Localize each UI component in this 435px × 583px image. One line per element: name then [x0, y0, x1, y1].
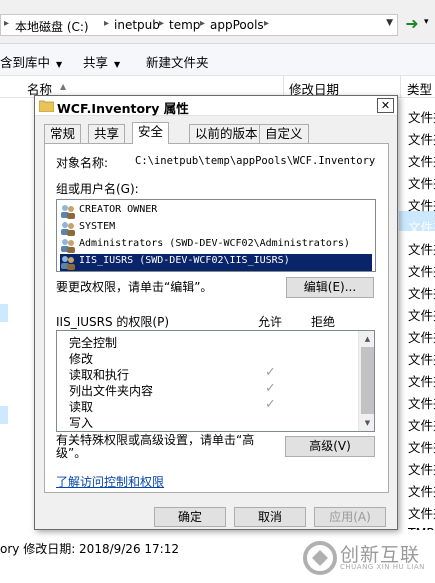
- file-type-cell: 文件夹: [408, 264, 435, 279]
- tab-customize[interactable]: 自定义: [259, 124, 309, 143]
- scroll-up-icon[interactable]: ▲: [359, 332, 374, 346]
- file-type-cell: 文件夹: [408, 308, 435, 323]
- edit-button[interactable]: 编辑(E)...: [286, 277, 374, 298]
- breadcrumb-item[interactable]: inetpub: [114, 18, 160, 32]
- breadcrumb-separator: ▸: [4, 18, 10, 29]
- advanced-button[interactable]: 高级(V): [285, 436, 375, 457]
- file-type-cell: 文件夹: [408, 462, 435, 477]
- permission-name: 读取: [69, 400, 94, 414]
- group-name: CREATOR OWNER: [79, 204, 158, 215]
- include-in-library-button[interactable]: 含到库中 ▼: [0, 52, 62, 71]
- close-icon: ✕: [380, 99, 391, 112]
- file-type-cell: 文件夹: [408, 286, 435, 301]
- watermark-subtext: CHUANG XIN HU LIAN: [340, 563, 425, 571]
- file-type-cell: 文件夹: [408, 418, 435, 433]
- chevron-down-icon[interactable]: ▾: [424, 17, 429, 27]
- group-name: IIS_IUSRS (SWD-DEV-WCF02\IIS_IUSRS): [79, 255, 290, 266]
- group-name: SYSTEM: [79, 221, 116, 232]
- dialog-title-bar[interactable]: WCF.Inventory 属性 ✕: [35, 96, 397, 116]
- file-type-cell: 文件夹: [408, 110, 435, 125]
- address-dropdown-icon[interactable]: ▼: [386, 18, 393, 28]
- allow-checkmark-icon: ✓: [265, 381, 276, 396]
- breadcrumb-separator: ▸: [104, 18, 110, 29]
- file-type-cell: 文件夹: [408, 374, 435, 389]
- permission-name: 读取和执行: [69, 368, 130, 382]
- dialog-title: WCF.Inventory 属性: [57, 101, 189, 116]
- scroll-down-icon[interactable]: ▼: [359, 416, 374, 430]
- file-type-cell: 文件夹: [408, 352, 435, 367]
- object-name-label: 对象名称:: [56, 156, 109, 170]
- share-button[interactable]: 共享 ▼: [83, 52, 120, 71]
- breadcrumb-separator: ▸: [264, 18, 270, 29]
- file-type-cell: 文件夹: [408, 198, 435, 213]
- group-name: Administrators (SWD-DEV-WCF02\Administra…: [79, 238, 350, 249]
- allow-checkmark-icon: ✓: [265, 365, 276, 380]
- breadcrumb-separator: ▸: [159, 18, 165, 29]
- tab-security[interactable]: 安全: [132, 122, 170, 144]
- new-folder-button[interactable]: 新建文件夹: [146, 52, 209, 71]
- column-divider[interactable]: [400, 76, 401, 98]
- file-type-cell: 文件夹: [408, 484, 435, 499]
- file-type-cell: 文件夹: [408, 330, 435, 345]
- group-list-item[interactable]: Administrators (SWD-DEV-WCF02\Administra…: [60, 237, 372, 254]
- sort-ascending-icon: ▲: [60, 82, 67, 91]
- close-button[interactable]: ✕: [377, 98, 394, 113]
- permissions-scrollbar[interactable]: ▲ ▼: [358, 331, 374, 431]
- navigation-pane[interactable]: [0, 98, 35, 530]
- permissions-list: ▲ ▼ 完全控制修改读取和执行 ✓ 列出文件夹内容 ✓ 读取 ✓ 写入: [56, 330, 375, 432]
- tab-previous-versions[interactable]: 以前的版本: [189, 124, 264, 143]
- address-field[interactable]: ▸ 本地磁盘 (C:) ▸ inetpub ▸ temp ▸ appPools …: [0, 14, 398, 36]
- file-type-cell: 文件夹: [408, 220, 435, 235]
- group-user-list[interactable]: CREATOR OWNER SYSTEM Administrators (SWD-D…: [56, 199, 376, 272]
- users-icon: [61, 239, 75, 253]
- deny-column-header: 拒绝: [311, 315, 336, 329]
- group-list-label: 组或用户名(G):: [56, 182, 139, 196]
- scroll-thumb[interactable]: [361, 347, 374, 414]
- change-permissions-hint: 要更改权限，请单击“编辑”。: [56, 280, 213, 294]
- permissions-label: IIS_IUSRS 的权限(P): [56, 315, 170, 329]
- command-toolbar: 含到库中 ▼ 共享 ▼ 新建文件夹: [0, 44, 435, 76]
- status-details-text: ory 修改日期: 2018/9/26 17:12: [0, 542, 179, 556]
- group-list-item[interactable]: CREATOR OWNER: [60, 203, 372, 220]
- breadcrumb-item[interactable]: temp: [169, 18, 200, 32]
- file-type-cell: 文件夹: [408, 176, 435, 191]
- permission-name: 写入: [69, 416, 94, 430]
- advanced-hint: 有关特殊权限或高级设置，请单击“高级”。: [56, 433, 255, 460]
- users-icon: [61, 205, 75, 219]
- permission-name: 完全控制: [69, 336, 118, 350]
- users-icon: [61, 222, 75, 236]
- file-type-cell: 文件夹: [408, 242, 435, 257]
- nav-pane-selection: [0, 304, 8, 322]
- ok-button[interactable]: 确定: [154, 507, 226, 527]
- file-type-cell: 文件夹: [408, 132, 435, 147]
- object-name-value: C:\inetpub\temp\appPools\WCF.Inventory: [135, 155, 376, 167]
- breadcrumb-separator: ▸: [200, 18, 206, 29]
- column-type[interactable]: 类型: [407, 79, 432, 98]
- properties-dialog: WCF.Inventory 属性 ✕ 常规 共享 安全 以前的版本 自定义 对象…: [34, 95, 398, 530]
- tab-general[interactable]: 常规: [44, 124, 82, 143]
- file-type-cell: 文件夹: [408, 154, 435, 169]
- permission-name: 修改: [69, 352, 94, 366]
- file-type-cell: 文件夹: [408, 440, 435, 455]
- breadcrumb-item[interactable]: 本地磁盘 (C:): [15, 18, 89, 35]
- file-type-cell: 文件夹: [408, 506, 435, 521]
- breadcrumb-item[interactable]: appPools: [210, 18, 264, 32]
- file-type-cell: 文件夹: [408, 396, 435, 411]
- cancel-button[interactable]: 取消: [234, 507, 306, 527]
- users-icon: [61, 256, 75, 270]
- refresh-icon[interactable]: ➜: [400, 14, 424, 36]
- nav-pane-selection: [0, 406, 8, 424]
- allow-column-header: 允许: [258, 315, 283, 329]
- folder-icon: [39, 100, 54, 112]
- security-tab-panel: 对象名称: C:\inetpub\temp\appPools\WCF.Inven…: [44, 143, 389, 493]
- allow-checkmark-icon: ✓: [265, 397, 276, 412]
- apply-button[interactable]: 应用(A): [314, 507, 386, 527]
- group-list-item[interactable]: IIS_IUSRS (SWD-DEV-WCF02\IIS_IUSRS): [60, 254, 372, 271]
- permission-name: 列出文件夹内容: [69, 384, 154, 398]
- learn-access-control-link[interactable]: 了解访问控制和权限: [56, 473, 164, 490]
- tab-sharing[interactable]: 共享: [88, 124, 126, 143]
- group-list-item[interactable]: SYSTEM: [60, 220, 372, 237]
